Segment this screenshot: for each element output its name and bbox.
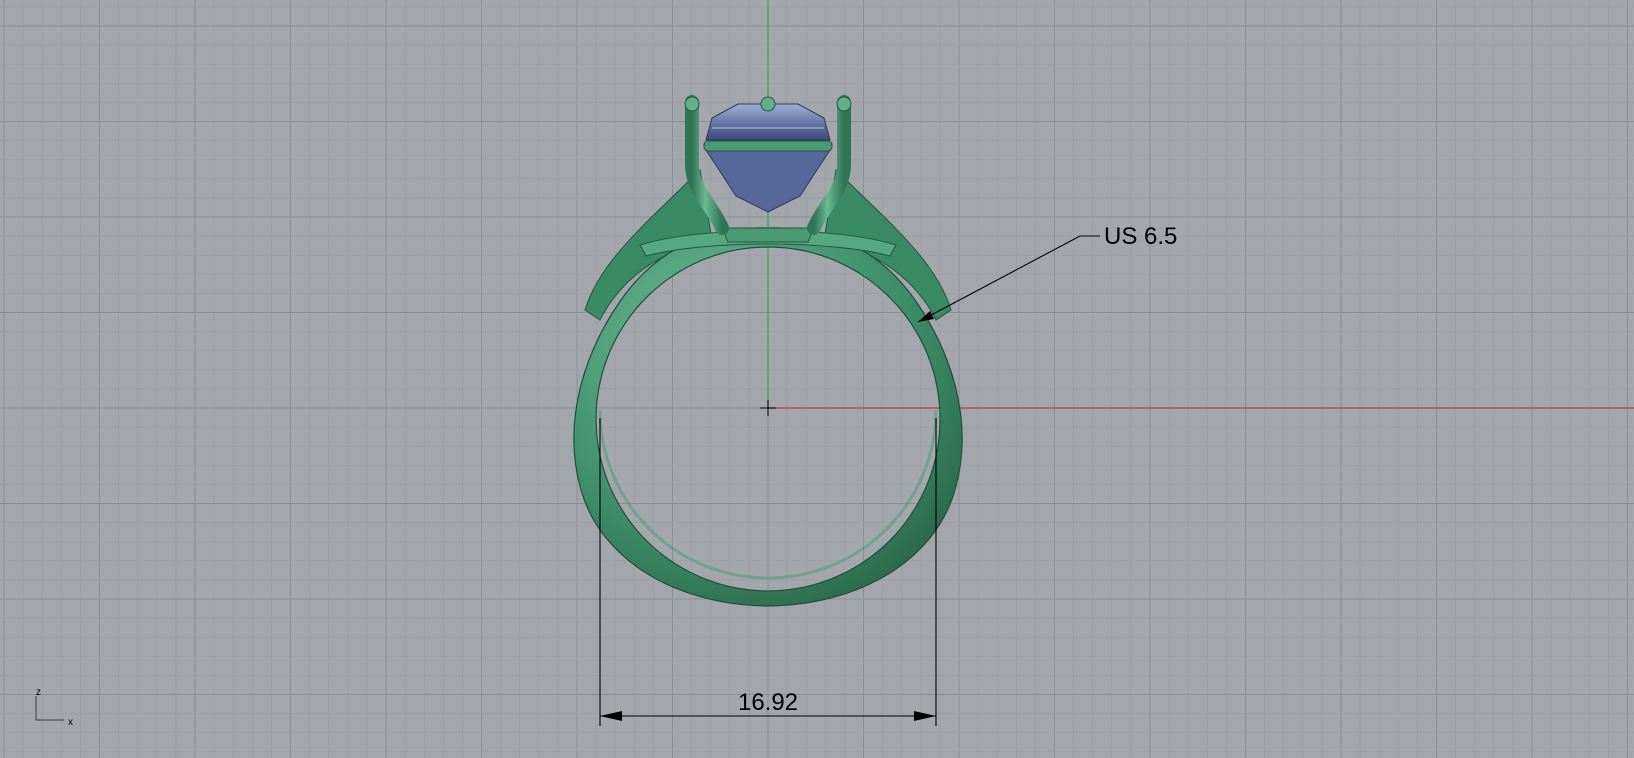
prong-tip-right [836, 96, 852, 112]
axis-gizmo-z-label: z [36, 687, 41, 698]
axis-gizmo: z x [35, 687, 73, 728]
leader-label: US 6.5 [1104, 223, 1177, 250]
prong-tip-center [760, 96, 776, 112]
prong-tip-left [684, 96, 700, 112]
origin-cross [760, 400, 776, 416]
dimension-value: 16.92 [738, 689, 798, 716]
leader-annotation[interactable]: US 6.5 [917, 223, 1177, 323]
rhino-front-viewport[interactable]: US 6.5 16.92 z x [0, 0, 1634, 758]
axis-gizmo-x-label: x [68, 717, 73, 728]
